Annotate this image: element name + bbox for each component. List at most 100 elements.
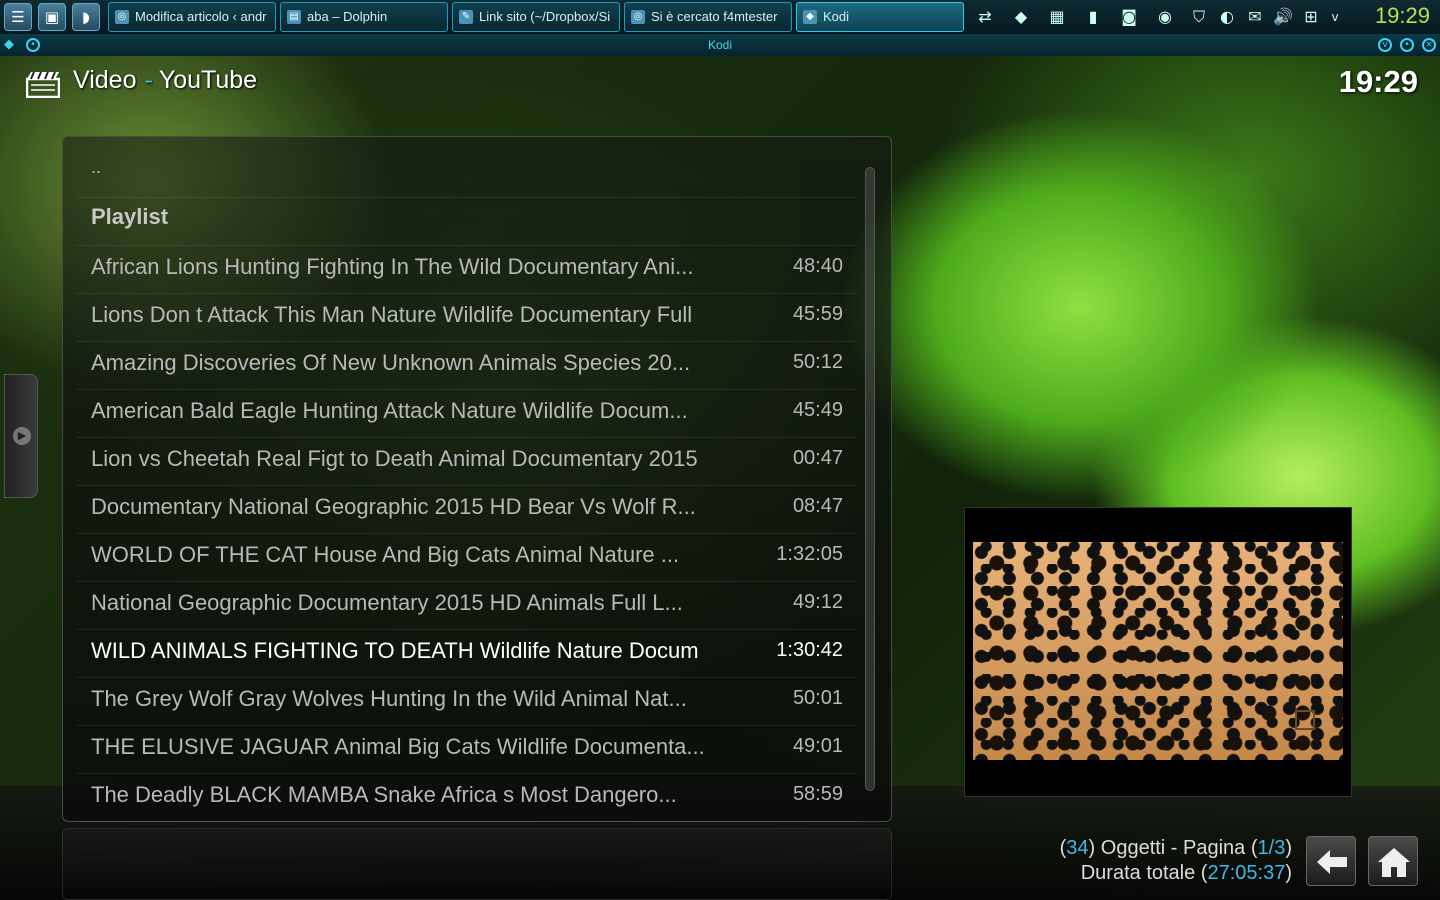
video-duration: 45:59 [792,303,843,325]
window-title: Kodi [707,38,733,52]
video-title: National Geographic Documentary 2015 HD … [91,590,683,615]
video-duration: 49:12 [792,591,843,613]
list-item[interactable]: National Geographic Documentary 2015 HD … [77,582,857,630]
side-menu-tab[interactable]: ▶ [4,374,38,498]
item-count-line: (34) Oggetti - Pagina (1/3) [1059,837,1292,859]
video-title: The Deadly BLACK MAMBA Snake Africa s Mo… [91,782,677,807]
video-title: WORLD OF THE CAT House And Big Cats Anim… [91,542,680,567]
video-title: American Bald Eagle Hunting Attack Natur… [91,398,688,423]
video-duration: 1:30:42 [776,639,843,661]
media-list-panel: .. Playlist African Lions Hunting Fighti… [62,136,892,822]
objects-label: Oggetti - Pagina [1100,837,1246,859]
desktop-icon[interactable]: ▣ [38,3,66,31]
taskbar-clock[interactable]: 19:29 [1375,0,1430,34]
section-title: Video [73,66,137,94]
video-duration: 50:12 [792,351,843,373]
video-title: Lions Don t Attack This Man Nature Wildl… [91,302,693,327]
editor-icon: ✎ [459,10,473,24]
app-launcher-icon[interactable]: ☰ [4,3,32,31]
list-item-playlist[interactable]: Playlist [77,198,857,246]
task-kodi[interactable]: ◆ Kodi [796,2,964,32]
parent-folder-label: .. [91,157,102,177]
playlist-label: Playlist [91,204,169,229]
browser-launcher-icon[interactable]: ◗ [72,3,100,31]
browser-icon: ◎ [631,10,645,24]
teamviewer-icon[interactable]: ⇄ [972,3,998,31]
list-item[interactable]: American Bald Eagle Hunting Attack Natur… [77,390,857,438]
kodi-tray-icon[interactable]: ◆ [1008,3,1034,31]
taskbar: ☰ ▣ ◗ ◎ Modifica articolo ‹ andr ▤ aba –… [0,0,1440,35]
minimize-icon[interactable]: v [1378,38,1392,52]
thumbnail-image [973,542,1343,760]
kodi-icon: ◆ [803,10,817,24]
folder-icon: ▤ [287,10,301,24]
chevron-down-icon[interactable]: v [1322,3,1348,31]
list-scrollbar[interactable] [865,167,875,791]
list-item[interactable]: Lion vs Cheetah Real Figt to Death Anima… [77,438,857,486]
page-indicator: 1/3 [1257,837,1286,859]
task-label: Si è cercato f4mtester [651,9,778,24]
volume-icon[interactable]: 🔊 [1270,3,1296,31]
list-item[interactable]: The Grey Wolf Gray Wolves Hunting In the… [77,678,857,726]
mail-icon[interactable]: ✉ [1242,3,1268,31]
video-title: The Grey Wolf Gray Wolves Hunting In the… [91,686,687,711]
notes-icon[interactable]: ▦ [1044,3,1070,31]
network-icon[interactable]: ⊞ [1298,3,1324,31]
video-title: Documentary National Geographic 2015 HD … [91,494,696,519]
task-browser-search[interactable]: ◎ Si è cercato f4mtester [624,2,792,32]
video-duration: 48:40 [792,255,843,277]
panel-reflection [62,828,892,900]
list-item[interactable]: African Lions Hunting Fighting In The Wi… [77,246,857,294]
header-clock: 19:29 [1338,64,1418,99]
browser-icon: ◎ [115,10,129,24]
video-duration: 45:49 [792,399,843,421]
total-duration-label: Durata totale [1080,862,1196,884]
maximize-icon[interactable]: • [1400,38,1414,52]
back-arrow-icon [1317,850,1347,874]
eye-icon[interactable]: ◉ [1152,3,1178,31]
video-title: Amazing Discoveries Of New Unknown Anima… [91,350,691,375]
updates-icon[interactable]: ◐ [1214,3,1240,31]
list-item[interactable]: The Deadly BLACK MAMBA Snake Africa s Mo… [77,774,857,822]
back-button[interactable] [1306,836,1356,886]
list-item[interactable]: Amazing Discoveries Of New Unknown Anima… [77,342,857,390]
list-item[interactable]: Lions Don t Attack This Man Nature Wildl… [77,294,857,342]
window-titlebar[interactable]: ◆ • Kodi v • × [0,34,1440,57]
task-label: Kodi [823,9,850,24]
screenshot-icon[interactable]: ◙ [1116,3,1142,31]
video-duration: 50:01 [792,687,843,709]
list-item[interactable]: THE ELUSIVE JAGUAR Animal Big Cats Wildl… [77,726,857,774]
close-icon[interactable]: × [1422,38,1436,52]
shield-icon[interactable]: ⛉ [1186,3,1212,31]
media-list: .. Playlist African Lions Hunting Fighti… [77,155,857,822]
list-item-selected[interactable]: WILD ANIMALS FIGHTING TO DEATH Wildlife … [77,630,857,678]
total-duration-line: Durata totale (27:05:37) [1080,862,1292,884]
task-label: aba – Dolphin [307,9,388,24]
video-duration: 58:59 [792,783,843,805]
video-title: African Lions Hunting Fighting In The Wi… [91,254,694,279]
thumbnail-watermark [1295,710,1315,730]
video-title: WILD ANIMALS FIGHTING TO DEATH Wildlife … [91,638,699,663]
total-duration: 27:05:37 [1207,862,1286,884]
task-label: Link sito (~/Dropbox/Si [479,9,611,24]
home-icon [1378,848,1410,877]
list-item[interactable]: Documentary National Geographic 2015 HD … [77,486,857,534]
home-button[interactable] [1368,836,1418,886]
list-info: (34) Oggetti - Pagina (1/3) Durata total… [1060,836,1292,886]
video-thumbnail [964,507,1352,797]
video-duration: 00:47 [792,447,843,469]
kodi-window: Video - YouTube 19:29 ▶ .. Playlist Africa… [0,56,1440,900]
task-editor[interactable]: ✎ Link sito (~/Dropbox/Si [452,2,620,32]
list-item[interactable]: WORLD OF THE CAT House And Big Cats Anim… [77,534,857,582]
video-duration: 49:01 [792,735,843,757]
video-title: THE ELUSIVE JAGUAR Animal Big Cats Wildl… [91,734,705,759]
list-item-parent[interactable]: .. [77,155,857,198]
task-browser-edit[interactable]: ◎ Modifica articolo ‹ andr [108,2,276,32]
terminal-icon[interactable]: ▮ [1080,3,1106,31]
task-label: Modifica articolo ‹ andr [135,9,267,24]
addon-title: YouTube [158,66,258,94]
video-duration: 1:32:05 [776,543,843,565]
page-title: Video - YouTube [73,66,257,95]
video-duration: 08:47 [792,495,843,517]
task-dolphin[interactable]: ▤ aba – Dolphin [280,2,448,32]
